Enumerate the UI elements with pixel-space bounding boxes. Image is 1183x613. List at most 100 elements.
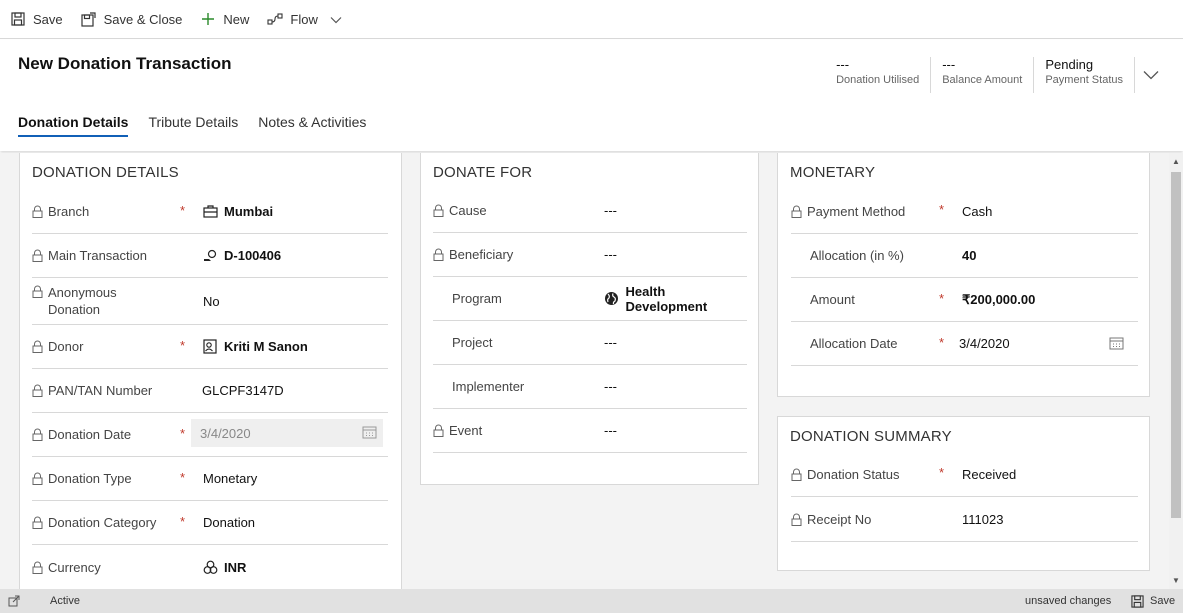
field-implementer: Implementer --- <box>433 365 747 409</box>
field-label-text: Anonymous Donation <box>48 285 117 317</box>
allocation-date-input[interactable]: 3/4/2020 <box>959 322 1010 365</box>
currency-lookup[interactable]: INR <box>202 545 246 589</box>
scroll-down-icon[interactable]: ▼ <box>1172 576 1180 585</box>
field-label-text: Event <box>449 423 483 438</box>
field-label-text: Beneficiary <box>449 247 514 262</box>
pan-tan-value[interactable]: GLCPF3147D <box>202 369 284 412</box>
allocation-percent-input[interactable]: 40 <box>962 234 976 277</box>
donation-type-select[interactable]: Monetary <box>203 457 257 500</box>
section-title: DONATION SUMMARY <box>790 428 952 445</box>
field-label-text: Donation Date <box>48 427 132 442</box>
donor-lookup[interactable]: Kriti M Sanon <box>202 325 308 368</box>
anonymous-donation-value[interactable]: No <box>203 278 220 324</box>
header-field-label: Payment Status <box>1045 74 1123 86</box>
field-anonymous-donation: Anonymous Donation No <box>32 278 388 325</box>
field-project: Project --- <box>433 321 747 365</box>
field-label: Currency <box>32 545 101 589</box>
lock-icon <box>32 340 46 353</box>
globe-icon <box>604 291 620 307</box>
field-donor: Donor * Kriti M Sanon <box>32 325 388 369</box>
open-in-new-window-icon[interactable] <box>8 595 20 610</box>
tab-notes-activities[interactable]: Notes & Activities <box>258 114 366 137</box>
header-expand-chevron-icon[interactable] <box>1139 57 1163 93</box>
flow-button[interactable]: Flow <box>267 11 342 27</box>
field-label-text: Donation Category <box>48 515 157 530</box>
flow-label: Flow <box>290 11 318 27</box>
amount-input[interactable]: ₹200,000.00 <box>962 278 1035 321</box>
field-value: ₹200,000.00 <box>962 291 1036 307</box>
field-label: Donation Date <box>32 413 131 456</box>
tab-tribute-details[interactable]: Tribute Details <box>148 114 238 137</box>
field-label: Donation Status <box>791 452 900 496</box>
branch-lookup[interactable]: Mumbai <box>202 190 273 233</box>
field-donation-category: Donation Category * Donation <box>32 501 388 545</box>
field-beneficiary: Beneficiary --- <box>433 233 747 277</box>
header-field-value: Pending <box>1045 57 1094 72</box>
donation-status-select[interactable]: Received <box>962 452 1016 496</box>
payment-method-select[interactable]: Cash <box>962 189 992 233</box>
program-lookup[interactable]: Health Development <box>604 277 747 320</box>
field-label: Branch <box>32 190 89 233</box>
calendar-icon[interactable] <box>362 425 377 442</box>
lock-icon <box>791 205 805 218</box>
field-cause: Cause --- <box>433 189 747 233</box>
donation-category-select[interactable]: Donation <box>203 501 255 544</box>
field-label-text: Amount <box>810 292 855 307</box>
field-value: 40 <box>962 248 977 263</box>
lock-icon <box>791 513 805 526</box>
scrollbar-thumb[interactable] <box>1171 172 1181 518</box>
field-donation-type: Donation Type * Monetary <box>32 457 388 501</box>
save-close-icon <box>81 11 97 27</box>
save-close-button[interactable]: Save & Close <box>81 11 183 27</box>
main-transaction-lookup[interactable]: D-100406 <box>202 234 281 277</box>
scroll-up-icon[interactable]: ▲ <box>1172 157 1180 166</box>
new-button[interactable]: New <box>200 11 249 27</box>
field-label: Donation Type <box>32 457 132 500</box>
field-label: Main Transaction <box>32 234 147 277</box>
field-label: Allocation (in %) <box>810 234 904 277</box>
header-field-balance-amount: --- Balance Amount <box>931 57 1035 93</box>
field-label-text: Main Transaction <box>48 248 147 263</box>
field-value: --- <box>604 335 617 350</box>
cause-lookup[interactable]: --- <box>604 189 617 232</box>
donation-date-input[interactable]: 3/4/2020 <box>191 419 383 447</box>
command-bar: Save Save & Close New Flow <box>0 0 1183 39</box>
field-currency: Currency INR <box>32 545 388 589</box>
field-value: Monetary <box>203 471 258 486</box>
calendar-icon[interactable] <box>1109 336 1124 353</box>
save-button[interactable]: Save <box>10 11 63 27</box>
field-payment-method: Payment Method * Cash <box>791 189 1138 234</box>
required-indicator: * <box>939 334 945 350</box>
field-value: 3/4/2020 <box>959 336 1010 351</box>
implementer-lookup[interactable]: --- <box>604 365 617 408</box>
event-lookup[interactable]: --- <box>604 409 617 452</box>
save-close-label: Save & Close <box>103 11 183 27</box>
statusbar-save-button[interactable]: Save <box>1131 594 1176 608</box>
tab-donation-details[interactable]: Donation Details <box>18 114 129 137</box>
field-label: Event <box>433 409 482 452</box>
beneficiary-lookup[interactable]: --- <box>604 233 617 276</box>
field-value: D-100406 <box>224 248 282 263</box>
vertical-scrollbar[interactable]: ▲ ▼ <box>1169 153 1183 589</box>
field-label-text: Donor <box>48 339 84 354</box>
new-label: New <box>223 11 250 27</box>
required-indicator: * <box>180 425 186 441</box>
required-indicator: * <box>180 513 186 529</box>
field-label: Project <box>452 321 492 364</box>
field-value: Kriti M Sanon <box>224 339 308 354</box>
statusbar-save-label: Save <box>1150 595 1176 607</box>
section-title: DONATE FOR <box>433 164 533 181</box>
lock-icon <box>791 468 805 481</box>
project-lookup[interactable]: --- <box>604 321 617 364</box>
chevron-down-icon[interactable] <box>330 12 342 27</box>
header-field-value: --- <box>836 57 850 72</box>
field-amount: Amount * ₹200,000.00 <box>791 278 1138 322</box>
required-indicator: * <box>939 465 945 480</box>
required-indicator: * <box>939 290 945 306</box>
header-field-label: Donation Utilised <box>836 74 920 86</box>
form-tabs: Donation Details Tribute Details Notes &… <box>18 114 386 137</box>
field-label-text: Program <box>452 291 502 306</box>
field-label: Payment Method <box>791 189 905 233</box>
receipt-no-value[interactable]: 111023 <box>962 497 1003 541</box>
field-label: Anonymous Donation <box>32 278 138 324</box>
